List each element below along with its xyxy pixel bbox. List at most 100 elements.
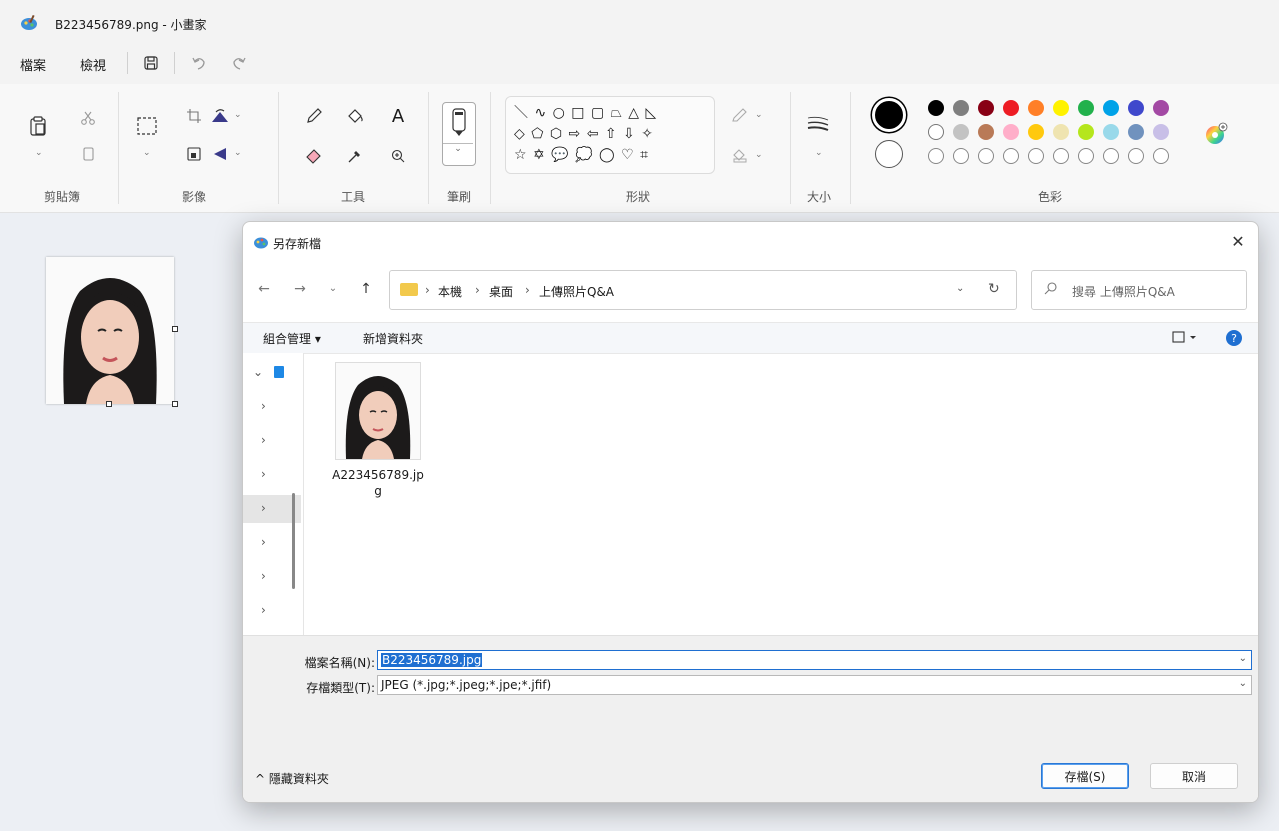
nav-scrollbar[interactable] (292, 493, 295, 589)
breadcrumb-desktop[interactable]: 桌面 (489, 283, 513, 300)
color-swatch[interactable] (1078, 100, 1094, 116)
file-item[interactable]: A223456789.jpg (331, 362, 425, 499)
tree-item[interactable]: › (243, 461, 301, 489)
color-swatch[interactable] (953, 124, 969, 140)
address-bar[interactable]: › 本機 › 桌面 › 上傳照片Q&A ⌄ ↻ (389, 270, 1017, 310)
custom-color-slot[interactable] (1003, 148, 1019, 164)
up-arrow-icon[interactable]: ↑ (355, 278, 377, 300)
color-swatch[interactable] (1003, 124, 1019, 140)
size-dropdown-icon[interactable]: ⌄ (815, 148, 823, 158)
shapes-gallery[interactable]: ＼ ∿ ○ □ ▢ ⏢ △ ◺ ◇ ⬠ ⬡ ⇨ ⇦ ⇧ ⇩ ✧ ☆ ✡ 💬 💭 … (505, 96, 715, 174)
flip-dropdown-icon[interactable]: ⌄ (234, 148, 242, 158)
shape-row-2[interactable]: ◇ ⬠ ⬡ ⇨ ⇦ ⇧ ⇩ ✧ (514, 124, 654, 145)
save-button[interactable]: 存檔(S) (1041, 763, 1129, 789)
custom-color-slot[interactable] (978, 148, 994, 164)
chevron-right-icon[interactable]: › (261, 501, 266, 515)
color-swatch[interactable] (978, 100, 994, 116)
custom-color-slot[interactable] (1128, 148, 1144, 164)
paste-dropdown-icon[interactable]: ⌄ (35, 148, 43, 158)
magnifier-button[interactable] (386, 144, 410, 168)
brush-dropdown-icon[interactable]: ⌄ (443, 143, 473, 154)
color-swatch[interactable] (1103, 100, 1119, 116)
color-swatch[interactable] (1053, 124, 1069, 140)
undo-button[interactable] (186, 50, 212, 76)
filename-input[interactable]: B223456789.jpg ⌄ (377, 650, 1252, 670)
tree-item[interactable]: › (243, 393, 301, 421)
chevron-right-icon[interactable]: › (261, 399, 266, 413)
brush-button[interactable]: ⌄ (442, 102, 476, 166)
organize-button[interactable]: 組合管理 ▾ (263, 330, 321, 347)
canvas-image[interactable] (46, 257, 174, 404)
menu-file[interactable]: 檔案 (20, 55, 46, 74)
rotate-button[interactable] (208, 104, 232, 128)
color-swatch[interactable] (1128, 100, 1144, 116)
custom-color-slot[interactable] (928, 148, 944, 164)
secondary-color[interactable] (875, 140, 903, 168)
chevron-down-icon[interactable]: ⌄ (253, 365, 263, 379)
paste-button[interactable] (26, 114, 50, 138)
address-history-chevron-icon[interactable]: ⌄ (956, 283, 964, 294)
color-picker-button[interactable] (343, 144, 367, 168)
search-box[interactable]: 搜尋 上傳照片Q&A (1031, 270, 1247, 310)
breadcrumb-folder[interactable]: 上傳照片Q&A (539, 283, 614, 300)
custom-color-slot[interactable] (1028, 148, 1044, 164)
chevron-right-icon[interactable]: › (261, 433, 266, 447)
color-swatch[interactable] (978, 124, 994, 140)
select-dropdown-icon[interactable]: ⌄ (143, 148, 151, 158)
filename-dropdown-icon[interactable]: ⌄ (1239, 653, 1247, 664)
menu-view[interactable]: 檢視 (80, 55, 106, 74)
resize-button[interactable] (182, 142, 206, 166)
color-swatch[interactable] (1053, 100, 1069, 116)
color-swatch[interactable] (1078, 124, 1094, 140)
cancel-button[interactable]: 取消 (1150, 763, 1238, 789)
redo-button[interactable] (226, 50, 252, 76)
resize-handle[interactable] (172, 401, 178, 407)
chevron-right-icon[interactable]: › (261, 603, 266, 617)
hide-folders-button[interactable]: ^ 隱藏資料夾 (255, 770, 329, 787)
color-swatch[interactable] (1153, 124, 1169, 140)
filetype-dropdown-icon[interactable]: ⌄ (1239, 678, 1247, 689)
tree-item[interactable]: › (243, 597, 301, 625)
custom-color-slot[interactable] (1103, 148, 1119, 164)
recent-chevron-down-icon[interactable]: ⌄ (322, 278, 344, 300)
color-swatch[interactable] (1028, 100, 1044, 116)
edit-colors-button[interactable] (1204, 122, 1228, 146)
refresh-icon[interactable]: ↻ (988, 281, 1000, 297)
chevron-right-icon[interactable]: › (261, 467, 266, 481)
help-icon[interactable]: ? (1225, 329, 1243, 347)
eraser-button[interactable] (302, 144, 326, 168)
custom-color-slot[interactable] (953, 148, 969, 164)
forward-arrow-icon[interactable]: → (289, 278, 311, 300)
select-button[interactable] (135, 114, 159, 138)
chevron-right-icon[interactable]: › (261, 569, 266, 583)
back-arrow-icon[interactable]: ← (253, 278, 275, 300)
shape-row-1[interactable]: ＼ ∿ ○ □ ▢ ⏢ △ ◺ (514, 103, 657, 124)
resize-handle[interactable] (172, 326, 178, 332)
tree-item[interactable]: › (243, 427, 301, 455)
custom-color-slot[interactable] (1053, 148, 1069, 164)
shape-row-3[interactable]: ☆ ✡ 💬 💭 ◯ ♡ ⌗ (514, 145, 649, 166)
color-swatch[interactable] (1128, 124, 1144, 140)
custom-color-slot[interactable] (1078, 148, 1094, 164)
breadcrumb-pc[interactable]: 本機 (438, 283, 462, 300)
outline-dropdown-icon[interactable]: ⌄ (755, 110, 763, 120)
pencil-button[interactable] (302, 104, 326, 128)
view-options-button[interactable] (1171, 329, 1201, 347)
save-quick-button[interactable] (138, 50, 164, 76)
copy-button[interactable] (76, 142, 100, 166)
resize-handle[interactable] (106, 401, 112, 407)
tree-item[interactable]: ⌄ (243, 359, 301, 387)
size-button[interactable] (806, 112, 830, 136)
primary-color[interactable] (872, 98, 906, 132)
close-icon[interactable]: ✕ (1226, 230, 1250, 254)
color-swatch[interactable] (1003, 100, 1019, 116)
color-swatch[interactable] (928, 100, 944, 116)
custom-color-slot[interactable] (1153, 148, 1169, 164)
chevron-right-icon[interactable]: › (261, 535, 266, 549)
text-tool-icon[interactable]: A (386, 104, 410, 128)
flip-button[interactable] (208, 142, 232, 166)
outline-button[interactable] (728, 104, 752, 128)
filetype-select[interactable]: JPEG (*.jpg;*.jpeg;*.jpe;*.jfif) ⌄ (377, 675, 1252, 695)
color-swatch[interactable] (1103, 124, 1119, 140)
color-swatch[interactable] (1028, 124, 1044, 140)
